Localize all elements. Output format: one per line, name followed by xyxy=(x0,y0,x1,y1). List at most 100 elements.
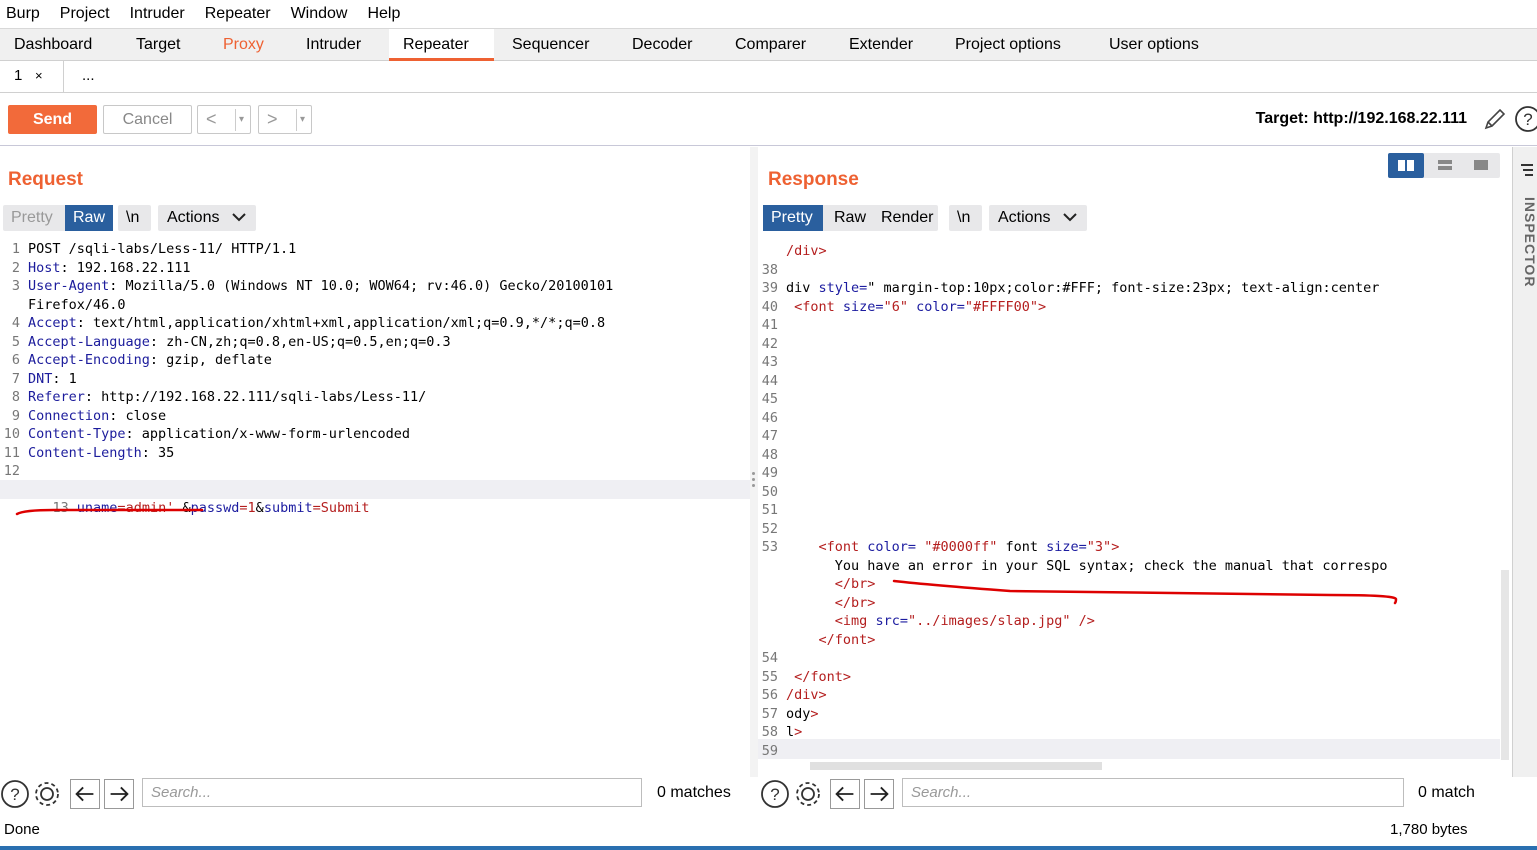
tab-extender[interactable]: Extender xyxy=(835,29,927,61)
tab-project-options[interactable]: Project options xyxy=(941,29,1075,61)
tab-user-options[interactable]: User options xyxy=(1095,29,1213,61)
menu-project[interactable]: Project xyxy=(60,5,110,23)
close-icon[interactable]: × xyxy=(35,61,43,91)
split-columns-icon[interactable] xyxy=(1388,153,1424,178)
request-match-count: 0 matches xyxy=(657,784,731,801)
response-newline-button[interactable]: \n xyxy=(949,205,982,231)
single-view-icon[interactable] xyxy=(1464,153,1498,178)
chevron-down-icon[interactable]: ▾ xyxy=(234,109,244,131)
tab-proxy[interactable]: Proxy xyxy=(209,29,278,61)
edit-icon[interactable] xyxy=(1482,106,1508,132)
response-vertical-scrollbar[interactable] xyxy=(1500,242,1510,760)
inspector-sidebar[interactable]: INSPECTOR xyxy=(1512,147,1537,777)
request-newline-button[interactable]: \n xyxy=(118,205,151,231)
response-line: 56/div> xyxy=(758,686,827,705)
response-raw-tab[interactable]: Raw xyxy=(834,205,866,231)
line-number: 5 xyxy=(11,333,20,350)
previous-match-icon[interactable] xyxy=(70,779,100,809)
header-value: : application/x-www-form-urlencoded xyxy=(125,426,411,442)
cancel-button[interactable]: Cancel xyxy=(103,105,192,134)
request-line: 11 Content-Length: 35 xyxy=(0,444,175,463)
request-line: 8 Referer: http://192.168.22.111/sqli-lab… xyxy=(0,388,426,407)
gear-icon[interactable] xyxy=(32,779,62,809)
send-button[interactable]: Send xyxy=(8,105,97,134)
line-number: 44 xyxy=(761,372,778,389)
response-line: </br> xyxy=(758,594,876,613)
header-name: User-Agent xyxy=(28,278,110,294)
response-line: 48 xyxy=(758,446,786,465)
request-line: 3 User-Agent: Mozilla/5.0 (Windows NT 10.… xyxy=(0,277,613,296)
next-match-icon[interactable] xyxy=(104,779,134,809)
response-panel: Response Pretty Raw Render \n Actions /d… xyxy=(758,147,1510,777)
line-number: 6 xyxy=(11,352,20,368)
next-match-icon[interactable] xyxy=(864,779,894,809)
gear-icon[interactable] xyxy=(793,779,823,809)
response-line-text: <img src="../images/slap.jpg" /> xyxy=(834,613,1095,629)
tab-comparer[interactable]: Comparer xyxy=(721,29,820,61)
tab-target[interactable]: Target xyxy=(122,29,194,61)
help-icon[interactable]: ? xyxy=(760,779,790,809)
line-number: 2 xyxy=(11,259,20,276)
response-line: 40 <font size="6" color="#FFFF00"> xyxy=(758,298,1046,317)
response-actions-dropdown[interactable]: Actions xyxy=(989,205,1087,231)
line-number: 45 xyxy=(761,391,778,407)
svg-text:?: ? xyxy=(10,785,19,804)
response-line: You have an error in your SQL syntax; ch… xyxy=(758,557,1388,576)
chevron-down-icon[interactable]: ▾ xyxy=(295,109,305,131)
repeater-subtabs: 1 × ... xyxy=(0,61,1537,93)
request-title: Request xyxy=(8,169,83,190)
subtab-1[interactable]: 1 × xyxy=(0,61,64,92)
back-button[interactable]: < ▾ xyxy=(197,105,251,134)
inspector-label[interactable]: INSPECTOR xyxy=(1518,197,1537,307)
header-name: Content-Length xyxy=(28,444,142,461)
line-number: 54 xyxy=(761,650,778,666)
header-value: : 1 xyxy=(52,370,77,387)
request-body-line[interactable]: 13 uname=admin' &passwd=1&submit=Submit xyxy=(0,480,750,516)
menu-burp[interactable]: Burp xyxy=(6,5,40,23)
response-line-text: <font size="6" color="#FFFF00"> xyxy=(794,298,1047,315)
request-line: 6 Accept-Encoding: gzip, deflate xyxy=(0,351,272,370)
split-divider[interactable] xyxy=(750,147,758,777)
target-label: Target: http://192.168.22.111 xyxy=(1255,110,1467,127)
request-line: 9 Connection: close xyxy=(0,407,166,426)
menu-icon[interactable] xyxy=(1519,163,1535,177)
tab-repeater[interactable]: Repeater xyxy=(389,29,494,61)
line-number: 40 xyxy=(761,298,778,315)
response-line: 54 xyxy=(758,649,786,668)
previous-match-icon[interactable] xyxy=(830,779,860,809)
line-number: 43 xyxy=(761,354,778,370)
response-size: 1,780 bytes xyxy=(1390,821,1468,838)
line-number: 12 xyxy=(3,463,20,479)
request-actions-dropdown[interactable]: Actions xyxy=(158,205,256,231)
response-render-tab[interactable]: Render xyxy=(881,205,933,231)
header-value: : gzip, deflate xyxy=(149,352,272,368)
tab-sequencer[interactable]: Sequencer xyxy=(498,29,603,61)
response-pretty-tab[interactable]: Pretty xyxy=(763,205,823,231)
menu-window[interactable]: Window xyxy=(291,5,348,23)
response-line: 58 l> xyxy=(758,723,803,742)
response-line: 53 <font color= "#0000ff" font size="3"> xyxy=(758,538,1120,557)
help-icon[interactable]: ? xyxy=(0,779,30,809)
tab-dashboard[interactable]: Dashboard xyxy=(0,29,106,61)
request-pretty-tab[interactable]: Pretty xyxy=(11,205,53,231)
response-search-input[interactable]: Search... xyxy=(902,778,1404,807)
request-search-input[interactable]: Search... xyxy=(142,778,642,807)
forward-button[interactable]: > ▾ xyxy=(258,105,312,134)
split-rows-icon[interactable] xyxy=(1428,153,1462,178)
menu-repeater[interactable]: Repeater xyxy=(205,5,271,23)
header-value: Firefox/46.0 xyxy=(28,296,126,313)
tab-intruder[interactable]: Intruder xyxy=(292,29,375,61)
response-editor[interactable]: /div> 38 39 div style=" margin-top:10px;col… xyxy=(758,242,1500,762)
request-raw-tab[interactable]: Raw xyxy=(65,205,113,231)
request-line: Firefox/46.0 xyxy=(0,296,126,315)
line-number: 7 xyxy=(11,370,20,387)
menu-intruder[interactable]: Intruder xyxy=(130,5,185,23)
request-line: 5 Accept-Language: zh-CN,zh;q=0.8,en-US;q… xyxy=(0,333,451,352)
tab-decoder[interactable]: Decoder xyxy=(618,29,706,61)
response-line: 38 xyxy=(758,261,786,280)
menu-help[interactable]: Help xyxy=(367,5,400,23)
response-horizontal-scrollbar[interactable] xyxy=(758,759,1500,771)
subtab-new[interactable]: ... xyxy=(82,61,95,92)
response-line: <img src="../images/slap.jpg" /> xyxy=(758,612,1095,631)
help-icon[interactable]: ? xyxy=(1514,105,1537,133)
